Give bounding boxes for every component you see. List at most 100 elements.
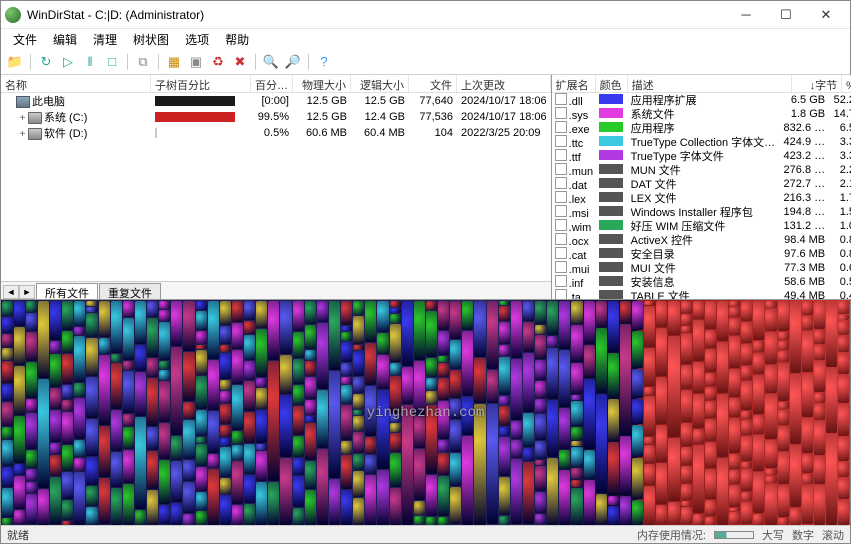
file-icon xyxy=(555,261,567,273)
col-logical[interactable]: 逻辑大小 xyxy=(351,75,409,92)
play-icon[interactable]: ▷ xyxy=(58,52,78,72)
ext-row[interactable]: .cat安全目录97.6 MB0.89 xyxy=(552,247,851,261)
file-icon xyxy=(555,289,567,300)
expand-icon[interactable]: + xyxy=(17,113,28,124)
col-pct[interactable]: 子树百分比 xyxy=(151,75,251,92)
ext-row[interactable]: .inf安装信息58.6 MB0.59 xyxy=(552,275,851,289)
col-modified[interactable]: 上次更改 xyxy=(457,75,551,92)
status-ready: 就绪 xyxy=(7,527,29,543)
color-swatch xyxy=(599,108,623,118)
col-size[interactable]: 物理大小 xyxy=(293,75,351,92)
col-pct2[interactable]: 百分… xyxy=(251,75,293,92)
ext-row[interactable]: .lexLEX 文件216.3 …1.79 xyxy=(552,191,851,205)
ext-pct: 0.69 xyxy=(828,262,851,274)
tree-row[interactable]: +软件 (D:)0.5%60.6 MB60.4 MB1042022/3/25 2… xyxy=(1,125,551,141)
app-icon xyxy=(5,7,21,23)
ext-row[interactable]: .exe应用程序832.6 …6.59 xyxy=(552,121,851,135)
ext-bytes: 6.5 GB xyxy=(778,94,828,106)
file-icon xyxy=(555,205,567,217)
tree-pct: [0:00] xyxy=(251,95,293,107)
ext-row[interactable]: .datDAT 文件272.7 …2.19 xyxy=(552,177,851,191)
upper-panes: 名称 子树百分比 百分… 物理大小 逻辑大小 文件 上次更改 此电脑 [0:00]… xyxy=(1,75,850,300)
col-bytes[interactable]: ↓字节 xyxy=(792,75,842,92)
menu-file[interactable]: 文件 xyxy=(5,29,45,50)
ext-row[interactable]: .muiMUI 文件77.3 MB0.69 xyxy=(552,261,851,275)
ext-pct: 0.59 xyxy=(828,276,851,288)
tab-next-icon[interactable]: ► xyxy=(19,285,35,299)
menu-cleanup[interactable]: 清理 xyxy=(85,29,125,50)
tree-row[interactable]: 此电脑[0:00]12.5 GB12.5 GB77,6402024/10/17 … xyxy=(1,93,551,109)
color-swatch xyxy=(599,150,623,160)
tree-size: 12.5 GB xyxy=(293,95,351,107)
pause-icon[interactable]: ‖ xyxy=(80,52,100,72)
ext-row[interactable]: .munMUN 文件276.8 …2.29 xyxy=(552,163,851,177)
col-pctb[interactable]: % 字节 xyxy=(842,75,851,92)
tab-prev-icon[interactable]: ◄ xyxy=(3,285,19,299)
ext-body[interactable]: .dll应用程序扩展6.5 GB52.29.sys系统文件1.8 GB14.79… xyxy=(552,93,851,299)
ext-row[interactable]: .msiWindows Installer 程序包194.8 …1.59 xyxy=(552,205,851,219)
minimize-button[interactable]: ─ xyxy=(726,3,766,27)
tree-name: 此电脑 xyxy=(32,96,65,108)
tree-logical: 60.4 MB xyxy=(351,127,409,139)
maximize-button[interactable]: ☐ xyxy=(766,3,806,27)
col-name[interactable]: 名称 xyxy=(1,75,151,92)
col-files[interactable]: 文件 xyxy=(409,75,457,92)
ext-bytes: 98.4 MB xyxy=(778,234,828,246)
refresh-icon[interactable]: ↻ xyxy=(36,52,56,72)
ext-bytes: 131.2 … xyxy=(778,220,828,232)
tree-body[interactable]: 此电脑[0:00]12.5 GB12.5 GB77,6402024/10/17 … xyxy=(1,93,551,281)
file-icon xyxy=(555,233,567,245)
open-icon[interactable]: 📁 xyxy=(5,52,25,72)
ext-row[interactable]: .dll应用程序扩展6.5 GB52.29 xyxy=(552,93,851,107)
tree-logical: 12.4 GB xyxy=(351,111,409,123)
pc-icon xyxy=(16,96,30,108)
expand-icon[interactable]: + xyxy=(17,129,28,140)
ext-row[interactable]: .sys系统文件1.8 GB14.79 xyxy=(552,107,851,121)
col-color[interactable]: 颜色 xyxy=(596,75,628,92)
close-button[interactable]: ✕ xyxy=(806,3,846,27)
expand-icon[interactable] xyxy=(5,97,16,108)
menu-options[interactable]: 选项 xyxy=(177,29,217,50)
ext-bytes: 276.8 … xyxy=(778,164,828,176)
ext-row[interactable]: .ttcTrueType Collection 字体文…424.9 …3.39 xyxy=(552,135,851,149)
delete-recycle-icon[interactable]: ♻ xyxy=(208,52,228,72)
stop-icon[interactable]: □ xyxy=(102,52,122,72)
file-icon xyxy=(555,247,567,259)
ext-row[interactable]: .wim好压 WIM 压缩文件131.2 …1.09 xyxy=(552,219,851,233)
ext-row[interactable]: .ocxActiveX 控件98.4 MB0.89 xyxy=(552,233,851,247)
color-swatch xyxy=(599,262,623,272)
copy-icon[interactable]: ⧉ xyxy=(133,52,153,72)
ext-pct: 2.29 xyxy=(828,164,851,176)
zoom-in-icon[interactable]: 🔍 xyxy=(261,52,281,72)
menu-treemap[interactable]: 树状图 xyxy=(125,29,177,50)
col-desc[interactable]: 描述 xyxy=(628,75,792,92)
tab-duplicates[interactable]: 重复文件 xyxy=(99,283,161,299)
treemap[interactable]: yinghezhan.com xyxy=(1,300,850,525)
ext-pct: 52.29 xyxy=(828,94,851,106)
pct-bar xyxy=(155,96,235,106)
zoom-out-icon[interactable]: 🔎 xyxy=(283,52,303,72)
ext-pct: 1.59 xyxy=(828,206,851,218)
watermark: yinghezhan.com xyxy=(367,405,485,421)
color-swatch xyxy=(599,220,623,230)
ext-row[interactable]: .ta…TABLE 文件49.4 MB0.49 xyxy=(552,289,851,299)
ext-bytes: 49.4 MB xyxy=(778,290,828,299)
delete-icon[interactable]: ✖ xyxy=(230,52,250,72)
ext-pct: 0.89 xyxy=(828,234,851,246)
menu-help[interactable]: 帮助 xyxy=(217,29,257,50)
file-icon xyxy=(555,177,567,189)
ext-row[interactable]: .ttfTrueType 字体文件423.2 …3.39 xyxy=(552,149,851,163)
ext-bytes: 423.2 … xyxy=(778,150,828,162)
menu-edit[interactable]: 编辑 xyxy=(45,29,85,50)
color-swatch xyxy=(599,248,623,258)
tree-row[interactable]: +系统 (C:)99.5%12.5 GB12.4 GB77,5362024/10… xyxy=(1,109,551,125)
file-icon xyxy=(555,149,567,161)
col-ext[interactable]: 扩展名 xyxy=(552,75,596,92)
help-icon[interactable]: ? xyxy=(314,52,334,72)
color-swatch xyxy=(599,192,623,202)
tree-files: 77,640 xyxy=(409,95,457,107)
terminal-icon[interactable]: ▣ xyxy=(186,52,206,72)
tree-modified: 2022/3/25 20:09 xyxy=(457,127,551,139)
tab-all-files[interactable]: 所有文件 xyxy=(36,283,98,299)
explorer-icon[interactable]: ▦ xyxy=(164,52,184,72)
